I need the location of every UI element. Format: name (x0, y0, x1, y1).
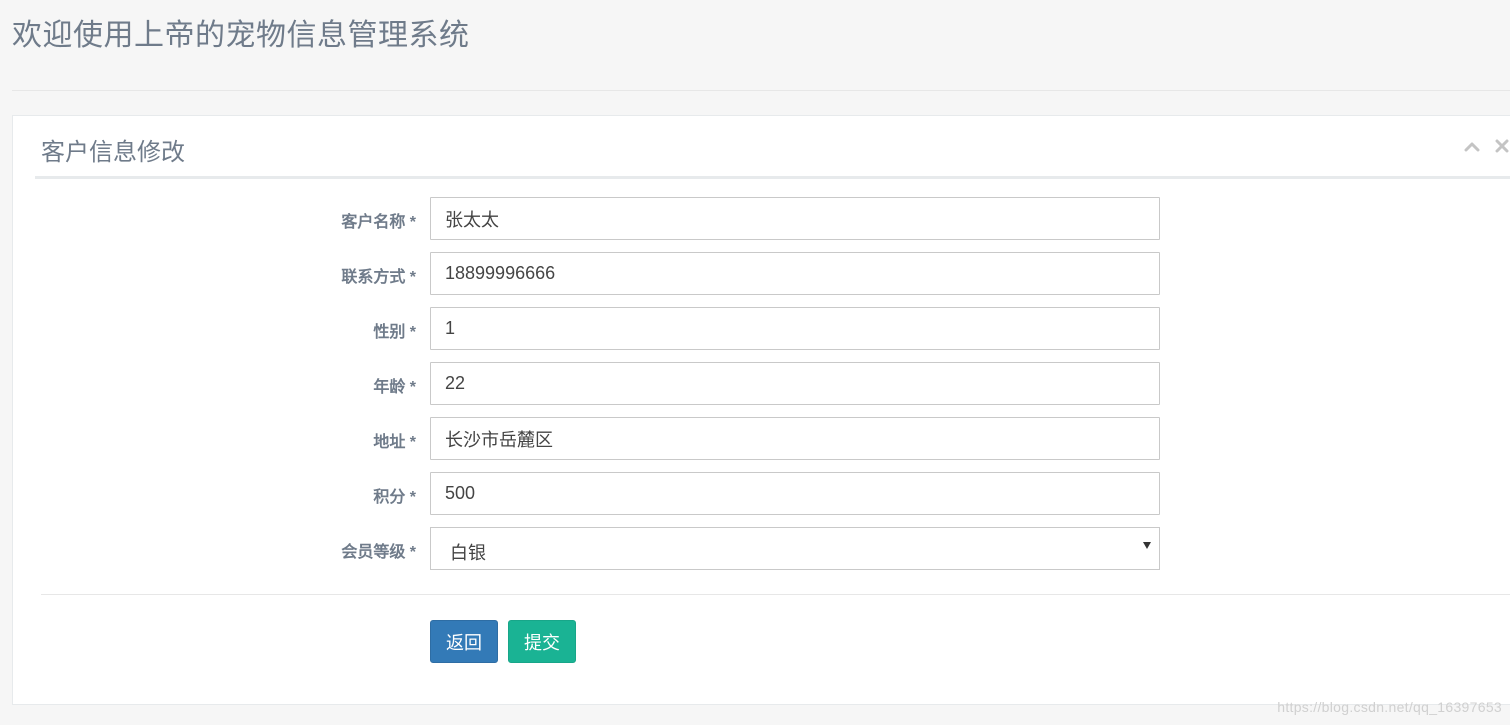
close-icon[interactable] (1493, 137, 1510, 155)
page-title: 欢迎使用上帝的宠物信息管理系统 (12, 19, 470, 52)
panel-header: 客户信息修改 (35, 116, 1510, 179)
member-level-label: 会员等级 * (341, 544, 416, 561)
contact-label: 联系方式 * (341, 269, 416, 286)
page-header: 欢迎使用上帝的宠物信息管理系统 (12, 14, 1510, 91)
chevron-up-icon-svg (1464, 142, 1480, 152)
contact-input[interactable] (430, 252, 1160, 295)
gender-input[interactable] (430, 307, 1160, 350)
age-input[interactable] (430, 362, 1160, 405)
form-row-member-level: 会员等级 * 白银 (13, 527, 1510, 571)
customer-name-input[interactable] (430, 197, 1160, 240)
form-row-gender: 性别 * (13, 307, 1510, 351)
form-row-customer-name: 客户名称 * (13, 197, 1510, 241)
customer-name-label: 客户名称 * (341, 214, 416, 231)
points-label: 积分 * (373, 489, 416, 506)
form-divider (41, 594, 1510, 595)
member-level-select[interactable]: 白银 (430, 527, 1160, 570)
back-button[interactable]: 返回 (430, 620, 498, 663)
form-row-contact: 联系方式 * (13, 252, 1510, 296)
member-level-selected-value: 白银 (450, 543, 486, 563)
address-label: 地址 * (373, 434, 416, 451)
form-row-points: 积分 * (13, 472, 1510, 516)
close-icon-svg (1495, 139, 1509, 153)
submit-button[interactable]: 提交 (508, 620, 576, 663)
panel-tools (1463, 134, 1510, 158)
address-input[interactable] (430, 417, 1160, 460)
customer-edit-panel: 客户信息修改 客户名称 * 联系方式 * 性别 * 年龄 * (12, 115, 1510, 705)
form-row-age: 年龄 * (13, 362, 1510, 406)
gender-label: 性别 * (373, 324, 416, 341)
watermark: https://blog.csdn.net/qq_16397653 (1277, 699, 1502, 715)
panel-title: 客户信息修改 (41, 139, 185, 166)
chevron-up-icon[interactable] (1463, 137, 1481, 155)
form-row-address: 地址 * (13, 417, 1510, 461)
points-input[interactable] (430, 472, 1160, 515)
caret-down-icon (1143, 542, 1151, 549)
age-label: 年龄 * (373, 379, 416, 396)
